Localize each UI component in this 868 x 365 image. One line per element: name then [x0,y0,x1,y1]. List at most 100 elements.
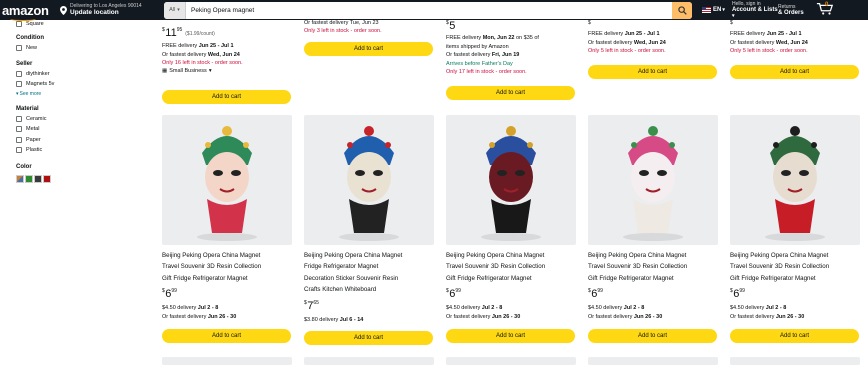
filter-option-new[interactable]: New [16,43,126,54]
add-to-cart-button[interactable]: Add to cart [162,329,291,343]
product-image[interactable] [588,357,718,365]
chevron-down-icon: ▾ [177,7,180,13]
product-card-top-1: $11 95 ($1.99/count) FREE delivery Jun 25 … [162,20,294,74]
product-image[interactable] [446,115,576,245]
product-title-line: Fridge Refrigerator Magnet [304,263,379,271]
add-to-cart-button[interactable]: Add to cart [588,329,717,343]
product-image[interactable] [304,115,434,245]
opera-mask-magnet-icon [623,126,683,241]
cart-count: 0 [825,2,829,8]
product-card: Beijing Peking Opera China Magnet Fridge … [304,115,436,324]
product-card: Beijing Peking Opera China Magnet Travel … [588,115,720,321]
checkbox[interactable] [16,45,22,52]
fastest-delivery-info: Or fastest delivery Jun 26 - 30 [162,313,237,320]
opera-mask-magnet-icon [765,126,825,241]
product-title-line: Crafts Kitchen Whiteboard [304,286,377,294]
checkbox[interactable] [16,147,22,154]
cart-button[interactable]: 0 [816,2,834,18]
checkbox[interactable] [16,126,22,133]
color-swatch[interactable] [43,174,51,183]
delivery-info: FREE delivery Jun 25 - Jul 1 [162,43,234,49]
product-title-line: Gift Fridge Refrigerator Magnet [446,274,532,282]
product-title-link[interactable]: Beijing Peking Opera China Magnet Fridge … [304,250,436,296]
product-image[interactable] [162,357,292,365]
color-swatches [16,174,126,183]
product-title-link[interactable]: Beijing Peking Opera China Magnet Travel … [446,250,578,284]
filter-option-material[interactable]: Plastic [16,145,126,156]
stock-warning: Only 5 left in stock - order soon. [730,48,808,54]
add-to-cart-button[interactable]: Add to cart [730,329,859,343]
add-to-cart-button[interactable]: Add to cart [162,90,291,104]
color-swatch[interactable] [16,174,24,183]
see-more-link[interactable]: ▾ See more [16,90,126,99]
filter-option-material[interactable]: Paper [16,135,126,146]
fastest-delivery-info: Or fastest delivery Wed, Jun 24 [162,51,240,58]
fastest-delivery-info: Or fastest delivery Jun 26 - 30 [446,313,521,320]
product-card-top-4: $ FREE delivery Jun 25 - Jul 1 Or fastes… [588,20,723,56]
price: $7 65 [304,299,319,312]
filter-option-seller[interactable]: diythinker [16,69,126,80]
add-to-cart-button[interactable]: Add to cart [730,65,859,79]
add-to-cart-button[interactable]: Add to cart [446,86,575,100]
product-title-link[interactable]: Beijing Peking Opera China Magnet Travel … [730,250,862,284]
add-to-cart-button[interactable]: Add to cart [304,42,433,56]
small-business-badge[interactable]: ▦ Small Business ▾ [162,68,294,74]
product-image[interactable] [730,115,860,245]
checkbox[interactable] [16,115,22,122]
unit-price: ($1.99/count) [185,31,215,37]
shop-icon: ▦ [162,67,168,74]
product-title-line: Decoration Sticker Souvenir Resin [304,274,399,282]
chevron-down-icon: ▾ [732,13,735,19]
product-title-line: Gift Fridge Refrigerator Magnet [730,274,816,282]
language-selector[interactable]: EN ▾ [702,7,732,13]
delivery-info: $3.80 delivery Jul 6 - 14 [304,316,364,323]
us-flag-icon [702,7,711,13]
color-heading: Color [16,163,32,170]
delivery-info: $4.50 delivery Jul 2 - 8 [588,305,645,312]
filter-option-material[interactable]: Metal [16,124,126,135]
delivery-location[interactable]: Delivering to Los Angeles 90014 Update l… [60,3,156,17]
chevron-down-icon: ▾ [208,67,212,74]
product-image[interactable] [446,357,576,365]
opera-mask-magnet-icon [481,126,541,241]
amazon-logo[interactable]: amazon [2,3,50,21]
product-title-line: Beijing Peking Opera China Magnet [588,252,687,259]
orders-text: & Orders [778,10,804,16]
product-image[interactable] [162,115,292,245]
product-image[interactable] [730,357,860,365]
product-image[interactable] [588,115,718,245]
checkbox[interactable] [16,136,22,143]
price: $ [730,20,733,26]
returns-orders-link[interactable]: Returns & Orders [778,4,816,16]
checkbox[interactable] [16,81,22,88]
search-category-dropdown[interactable]: All ▾ [164,1,186,19]
add-to-cart-button[interactable]: Add to cart [588,65,717,79]
color-swatch[interactable] [34,174,42,183]
account-lists-text: Account & Lists ▾ [732,7,778,19]
checkbox[interactable] [16,21,22,27]
product-title-link[interactable]: Beijing Peking Opera China Magnet Travel … [162,250,294,284]
add-to-cart-button[interactable]: Add to cart [304,331,433,345]
product-title-line: Beijing Peking Opera China Magnet [162,252,261,259]
checkbox[interactable] [16,70,22,77]
fastest-delivery-info: Or fastest delivery Wed, Jun 24 [588,39,666,46]
product-title-line: Beijing Peking Opera China Magnet [730,252,829,259]
delivery-info-cont: items shipped by Amazon [446,43,509,50]
fastest-delivery-info: Or fastest delivery Wed, Jun 24 [730,39,808,46]
search-button[interactable] [672,1,692,19]
product-title-link[interactable]: Beijing Peking Opera China Magnet Travel … [588,250,720,284]
price: $6 99 [588,288,603,301]
filter-option-seller[interactable]: Magnets 5v [16,79,126,90]
price: $ [588,20,591,26]
filter-option-square[interactable]: Square [16,20,126,28]
product-image[interactable] [304,357,434,365]
add-to-cart-button[interactable]: Add to cart [446,329,575,343]
search-category-label: All [169,7,176,13]
search-input[interactable] [186,1,672,19]
color-swatch[interactable] [25,174,33,183]
delivery-info: FREE delivery Jun 25 - Jul 1 [588,31,660,37]
price: $6 99 [446,288,461,301]
fastest-delivery-info: Or fastest delivery Jun 26 - 30 [730,313,805,320]
account-menu[interactable]: Hello, sign in Account & Lists ▾ [732,1,778,19]
filter-option-material[interactable]: Ceramic [16,114,126,125]
